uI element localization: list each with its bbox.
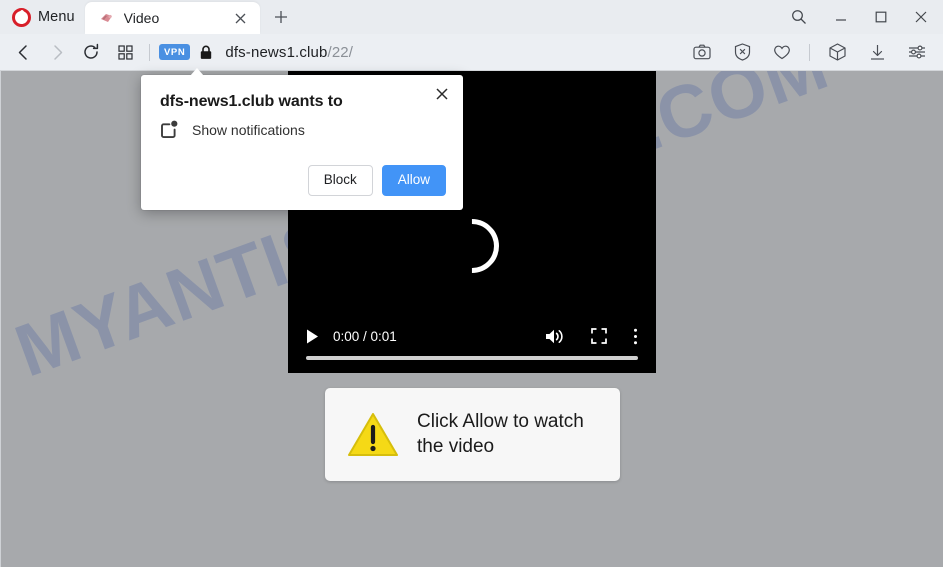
- vpn-badge[interactable]: VPN: [159, 44, 191, 60]
- tab-strip: Menu Video: [0, 0, 943, 34]
- url-host: dfs-news1.club: [225, 43, 328, 61]
- video-progress-bar[interactable]: [306, 356, 638, 360]
- click-allow-banner: Click Allow to watch the video: [325, 388, 620, 481]
- click-allow-line2: the video: [417, 435, 495, 457]
- easy-setup-icon[interactable]: [902, 37, 932, 67]
- tab-video[interactable]: Video: [84, 2, 260, 34]
- speed-dial-icon[interactable]: [110, 37, 140, 67]
- minimize-icon[interactable]: [821, 1, 861, 33]
- address-bar: VPN dfs-news1.club/22/: [0, 34, 943, 70]
- loading-spinner-icon: [433, 207, 511, 285]
- close-icon[interactable]: [901, 1, 941, 33]
- toolbar-divider: [149, 43, 150, 61]
- dialog-close-icon[interactable]: [432, 84, 452, 104]
- warning-triangle-icon: [347, 412, 399, 458]
- forward-arrow-icon[interactable]: [42, 37, 72, 67]
- toolbar-right-icons: [682, 37, 937, 67]
- lock-icon[interactable]: [199, 45, 213, 60]
- new-tab-button[interactable]: [266, 2, 296, 32]
- click-allow-line1: Click Allow to watch: [417, 411, 584, 433]
- heart-icon[interactable]: [767, 37, 797, 67]
- tab-title: Video: [123, 10, 160, 26]
- downloads-icon[interactable]: [862, 37, 892, 67]
- opera-menu-button[interactable]: Menu: [0, 0, 85, 34]
- maximize-icon[interactable]: [861, 1, 901, 33]
- permission-row: Show notifications: [160, 120, 446, 139]
- video-controls: 0:00 / 0:01: [288, 321, 656, 351]
- block-button[interactable]: Block: [307, 165, 373, 196]
- workspaces-icon[interactable]: [822, 37, 852, 67]
- video-favicon-icon: [99, 10, 115, 26]
- video-right-controls: [545, 328, 638, 345]
- allow-button[interactable]: Allow: [381, 165, 446, 196]
- volume-icon[interactable]: [545, 328, 565, 345]
- reload-icon[interactable]: [76, 37, 106, 67]
- toolbar-divider-2: [809, 43, 810, 61]
- url-text: dfs-news1.club/22/: [225, 44, 353, 61]
- opera-logo-icon: [12, 7, 31, 27]
- menu-button-label: Menu: [38, 9, 75, 25]
- window-controls: [777, 0, 943, 34]
- url-field[interactable]: VPN dfs-news1.club/22/: [159, 38, 682, 66]
- more-options-icon[interactable]: [633, 328, 638, 345]
- permission-label: Show notifications: [192, 121, 305, 138]
- dialog-buttons: Block Allow: [160, 165, 446, 196]
- browser-window: Menu Video VPN dfs-news1.club/22/ 0:00 /…: [0, 0, 943, 567]
- notification-permission-dialog: dfs-news1.club wants to Show notificatio…: [141, 68, 463, 210]
- video-time-display: 0:00 / 0:01: [333, 328, 397, 344]
- ad-blocker-icon[interactable]: [727, 37, 757, 67]
- window-search-icon[interactable]: [777, 1, 821, 33]
- tab-close-icon[interactable]: [230, 7, 252, 29]
- snapshot-icon[interactable]: [687, 37, 717, 67]
- dialog-title: dfs-news1.club wants to: [160, 93, 343, 110]
- back-arrow-icon[interactable]: [8, 37, 38, 67]
- click-allow-text: Click Allow to watch the video: [417, 410, 584, 459]
- play-icon[interactable]: [306, 329, 319, 344]
- fullscreen-icon[interactable]: [591, 328, 607, 344]
- notifications-icon: [160, 120, 180, 139]
- url-path: /22/: [327, 43, 354, 61]
